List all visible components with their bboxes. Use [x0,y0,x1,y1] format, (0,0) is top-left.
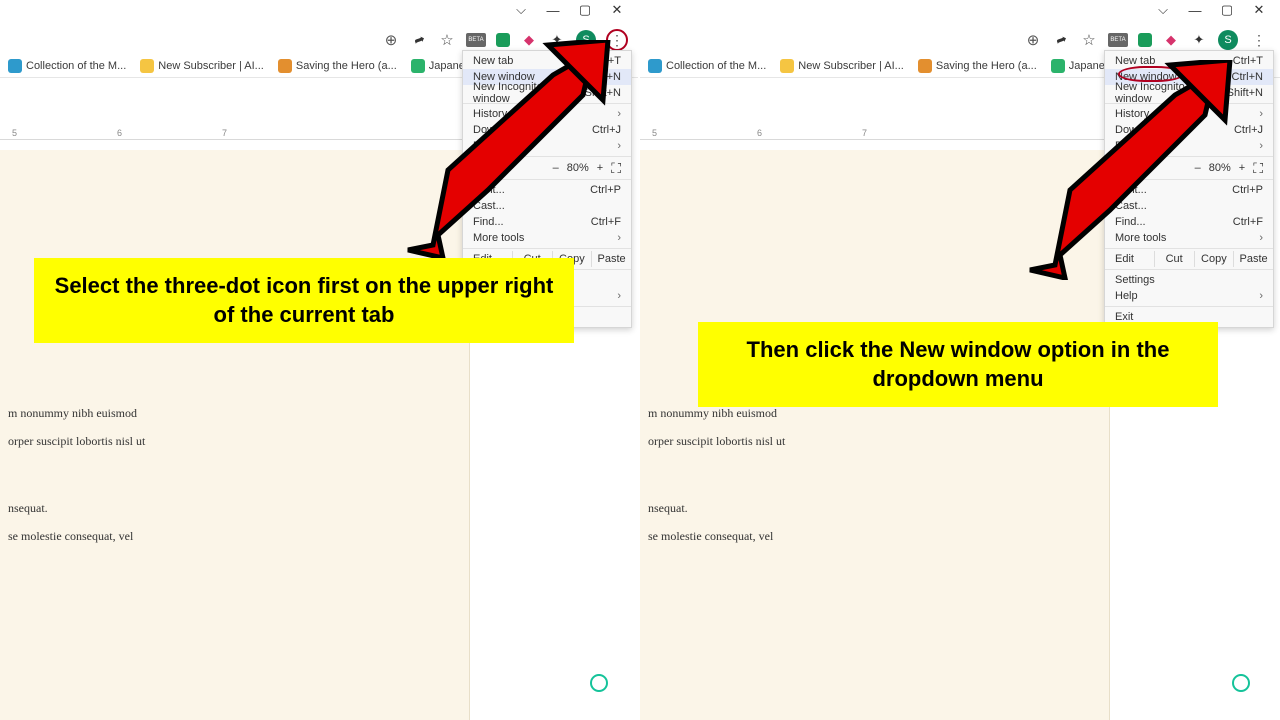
instruction-callout: Then click the New window option in the … [698,322,1218,407]
extension-icon[interactable] [1162,31,1180,49]
menu-cut[interactable]: Cut [1154,251,1194,267]
extension-icon[interactable] [520,31,538,49]
close-button[interactable]: ✕ [608,2,626,18]
kebab-menu-icon[interactable]: ⋮ [606,29,628,51]
zoom-icon[interactable] [382,31,400,49]
menu-more-tools[interactable]: More tools [1105,230,1273,246]
profile-avatar[interactable]: S [1218,30,1238,50]
menu-bookmarks[interactable]: Bookmarks [1105,138,1273,154]
menu-print[interactable]: Print...Ctrl+P [1105,182,1273,198]
menu-settings[interactable]: Settings [1105,272,1273,288]
menu-find[interactable]: Find...Ctrl+F [1105,214,1273,230]
chevron-down-icon[interactable]: ⌵ [512,2,530,18]
menu-downloads[interactable]: DownloadsCtrl+J [1105,122,1273,138]
document-page: m nonummy nibh euismod orper suscipit lo… [0,150,470,720]
bookmark-item[interactable]: New Subscriber | AI... [140,59,264,73]
extensions-puzzle-icon[interactable] [548,31,566,49]
bookmark-item[interactable]: New Subscriber | AI... [780,59,904,73]
extensions-puzzle-icon[interactable] [1190,31,1208,49]
bookmark-item[interactable]: Collection of the M... [8,59,126,73]
menu-copy[interactable]: Copy [1194,251,1234,267]
instruction-callout: Select the three-dot icon first on the u… [34,258,574,343]
beta-badge: BETA [1108,33,1128,47]
zoom-icon[interactable] [1024,31,1042,49]
body-text: se molestie consequat, vel [648,523,1109,551]
profile-avatar[interactable]: S [576,30,596,50]
bookmark-star-icon[interactable] [438,31,456,49]
menu-zoom: Zoom – 80% + ⛶ [1105,159,1273,177]
body-text: se molestie consequat, vel [8,523,469,551]
bookmark-item[interactable]: Saving the Hero (a... [918,59,1037,73]
close-button[interactable]: ✕ [1250,2,1268,18]
extension-icon[interactable] [496,33,510,47]
bookmark-item[interactable]: Saving the Hero (a... [278,59,397,73]
beta-badge: BETA [466,33,486,47]
maximize-button[interactable]: ▢ [1218,2,1236,18]
chevron-down-icon[interactable]: ⌵ [1154,2,1172,18]
zoom-out-button[interactable]: – [553,162,559,174]
menu-cast[interactable]: Cast... [463,198,631,214]
menu-edit-row: Edit Cut Copy Paste [1105,251,1273,267]
body-text: orper suscipit lobortis nisl ut [648,428,1109,456]
bookmark-star-icon[interactable] [1080,31,1098,49]
menu-zoom: Zoom – 80% + ⛶ [463,159,631,177]
menu-history[interactable]: History [463,106,631,122]
minimize-button[interactable]: — [544,3,562,18]
menu-new-incognito[interactable]: New Incognito windowCtrl+Shift+N [1105,85,1273,101]
kebab-menu-icon[interactable]: ⋮ [1248,29,1270,51]
menu-find[interactable]: Find...Ctrl+F [463,214,631,230]
zoom-in-button[interactable]: + [597,162,603,174]
menu-new-tab[interactable]: New tabCtrl+T [463,53,631,69]
share-icon[interactable] [1052,31,1070,49]
menu-bookmarks[interactable]: Bookmarks [463,138,631,154]
menu-paste[interactable]: Paste [591,251,631,267]
extension-icon[interactable] [1138,33,1152,47]
menu-more-tools[interactable]: More tools [463,230,631,246]
menu-paste[interactable]: Paste [1233,251,1273,267]
zoom-value: 80% [567,162,589,174]
body-text: nsequat. [648,495,1109,523]
zoom-value: 80% [1209,162,1231,174]
share-icon[interactable] [410,31,428,49]
menu-downloads[interactable]: DownloadsCtrl+J [463,122,631,138]
ruler: 567 [640,128,1110,140]
grammarly-icon[interactable] [590,674,608,692]
menu-edit-label: Edit [1105,251,1154,267]
menu-new-tab[interactable]: New tabCtrl+T [1105,53,1273,69]
menu-help[interactable]: Help [1105,288,1273,304]
document-page: m nonummy nibh euismod orper suscipit lo… [640,150,1110,720]
menu-new-incognito[interactable]: New Incognito windowCtrl+Shift+N [463,85,631,101]
body-text: nsequat. [8,495,469,523]
menu-history[interactable]: History [1105,106,1273,122]
body-text: m nonummy nibh euismod [8,400,469,428]
chrome-menu: New tabCtrl+T New windowCtrl+N New Incog… [1104,50,1274,328]
body-text: orper suscipit lobortis nisl ut [8,428,469,456]
bookmark-item[interactable]: Collection of the M... [648,59,766,73]
menu-print[interactable]: Print...Ctrl+P [463,182,631,198]
maximize-button[interactable]: ▢ [576,2,594,18]
window-controls: ⌵ — ▢ ✕ [500,0,638,20]
ruler: 567 [0,128,468,140]
fullscreen-icon[interactable]: ⛶ [1253,160,1263,177]
zoom-in-button[interactable]: + [1239,162,1245,174]
window-controls: ⌵ — ▢ ✕ [1142,0,1280,20]
minimize-button[interactable]: — [1186,3,1204,18]
zoom-out-button[interactable]: – [1195,162,1201,174]
grammarly-icon[interactable] [1232,674,1250,692]
fullscreen-icon[interactable]: ⛶ [611,160,621,177]
menu-cast[interactable]: Cast... [1105,198,1273,214]
